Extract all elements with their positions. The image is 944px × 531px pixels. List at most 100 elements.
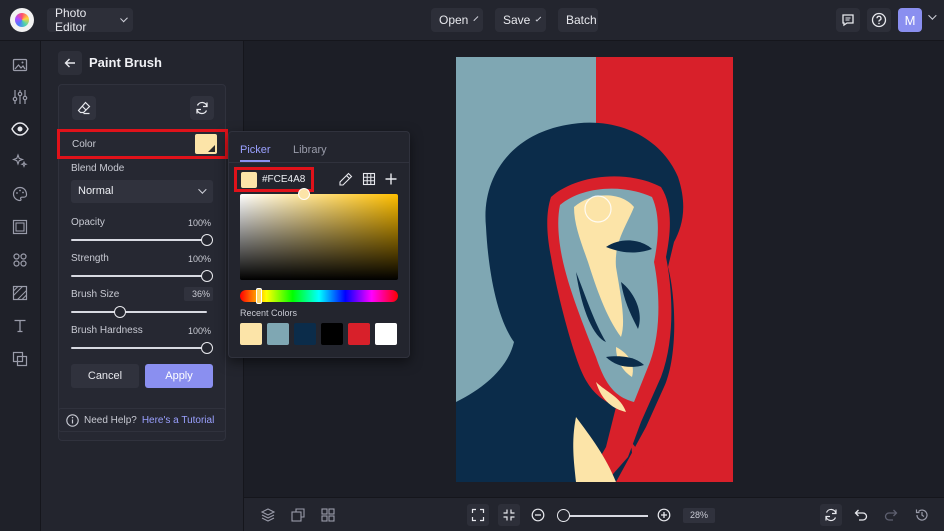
batch-button[interactable]: Batch (558, 8, 598, 32)
hue-slider[interactable] (240, 288, 398, 304)
history-icon[interactable] (911, 504, 933, 526)
texture-icon[interactable] (10, 283, 30, 303)
arrow-left-icon (64, 58, 75, 68)
current-color-swatch (241, 172, 257, 188)
open-button[interactable]: Open (431, 8, 483, 32)
effects-sparkle-icon[interactable] (10, 151, 30, 171)
strength-label: Strength (71, 253, 109, 264)
grid-icon[interactable] (362, 172, 376, 186)
color-row[interactable]: Color (57, 129, 228, 159)
bottom-bar: 28% (244, 497, 944, 531)
paint-brush-panel: Paint Brush Color Blend Mode Normal Opac… (41, 41, 244, 531)
hex-value: #FCE4A8 (262, 174, 306, 185)
app-menu-label: Photo Editor (55, 6, 87, 34)
strength-slider-knob[interactable] (201, 270, 213, 282)
app-logo-icon[interactable] (10, 8, 34, 32)
recent-color-swatch[interactable] (321, 323, 343, 345)
zoom-slider[interactable] (560, 515, 648, 517)
frame-icon[interactable] (10, 217, 30, 237)
apply-button[interactable]: Apply (145, 364, 213, 388)
batch-label: Batch (566, 13, 597, 27)
help-box: Need Help? Here's a Tutorial (58, 408, 226, 432)
compare-icon[interactable] (287, 504, 309, 526)
top-bar: Photo Editor Open Save Batch M (0, 0, 944, 41)
tab-picker[interactable]: Picker (240, 144, 271, 156)
chat-icon (842, 14, 854, 27)
tool-rail (0, 41, 41, 531)
blend-mode-label: Blend Mode (71, 163, 125, 174)
strength-slider[interactable] (71, 270, 213, 282)
elements-icon[interactable] (10, 250, 30, 270)
grid-view-icon[interactable] (317, 504, 339, 526)
eyedropper-icon[interactable] (339, 172, 353, 186)
brush-hardness-slider[interactable] (71, 342, 213, 354)
overlay-icon[interactable] (10, 349, 30, 369)
chevron-down-icon (119, 14, 128, 23)
palette-icon[interactable] (10, 184, 30, 204)
chevron-down-icon (535, 15, 542, 22)
color-swatch[interactable] (195, 134, 217, 154)
brush-size-value[interactable]: 36% (184, 287, 213, 301)
recent-color-swatch[interactable] (240, 323, 262, 345)
user-avatar[interactable]: M (898, 8, 922, 32)
sync-icon[interactable] (820, 504, 842, 526)
undo-icon[interactable] (850, 504, 872, 526)
color-picker-popup: Picker Library #FCE4A8 Recent Colors (228, 131, 410, 358)
save-button[interactable]: Save (495, 8, 546, 32)
eraser-icon (77, 101, 91, 115)
opacity-slider-knob[interactable] (201, 234, 213, 246)
layers-icon[interactable] (257, 504, 279, 526)
chevron-down-icon (473, 16, 479, 22)
feedback-button[interactable] (836, 8, 860, 32)
opacity-value: 100% (187, 218, 211, 228)
question-icon (871, 12, 887, 28)
opacity-slider[interactable] (71, 234, 213, 246)
eraser-button[interactable] (72, 96, 96, 120)
open-label: Open (439, 13, 469, 27)
brush-size-label: Brush Size (71, 289, 120, 300)
poster-portrait-image[interactable] (456, 57, 733, 482)
recent-color-swatch[interactable] (348, 323, 370, 345)
saturation-value-field[interactable] (240, 188, 398, 280)
cancel-button[interactable]: Cancel (71, 364, 139, 388)
zoom-in-icon[interactable] (653, 504, 675, 526)
tab-library[interactable]: Library (293, 144, 327, 156)
image-icon[interactable] (10, 55, 30, 75)
recent-color-swatch[interactable] (294, 323, 316, 345)
fit-screen-icon[interactable] (467, 504, 489, 526)
help-button[interactable] (867, 8, 891, 32)
zoom-slider-handle[interactable] (557, 509, 570, 522)
zoom-value[interactable]: 28% (683, 508, 715, 523)
saturation-value-handle[interactable] (298, 188, 310, 200)
brush-size-slider-knob[interactable] (113, 306, 126, 318)
app-menu-button[interactable]: Photo Editor (47, 6, 133, 34)
strength-value: 100% (187, 254, 211, 264)
chevron-down-icon[interactable] (928, 11, 937, 20)
adjust-sliders-icon[interactable] (10, 87, 30, 107)
chevron-down-icon (198, 185, 207, 194)
save-label: Save (503, 13, 531, 27)
refresh-icon (196, 101, 208, 115)
brush-hardness-value: 100% (187, 326, 211, 336)
help-text: Need Help? (84, 414, 137, 426)
back-button[interactable] (58, 51, 82, 75)
text-icon[interactable] (10, 316, 30, 336)
recent-color-swatch[interactable] (375, 323, 397, 345)
tutorial-link[interactable]: Here's a Tutorial (142, 415, 215, 426)
hue-slider-handle[interactable] (256, 288, 262, 304)
photo-editor-app: Photo Editor Open Save Batch M Paint Bru… (0, 0, 944, 531)
actual-size-icon[interactable] (498, 504, 520, 526)
blend-mode-value: Normal (78, 185, 114, 197)
eye-icon[interactable] (10, 119, 30, 139)
brush-size-slider[interactable] (71, 306, 207, 318)
redo-icon[interactable] (880, 504, 902, 526)
recent-color-swatch[interactable] (267, 323, 289, 345)
blend-mode-select[interactable]: Normal (71, 180, 213, 203)
tab-divider (229, 162, 409, 163)
color-label: Color (72, 139, 96, 150)
brush-hardness-slider-knob[interactable] (201, 342, 213, 354)
add-color-icon[interactable] (384, 172, 398, 186)
zoom-out-icon[interactable] (527, 504, 549, 526)
panel-title: Paint Brush (89, 55, 162, 70)
reset-button[interactable] (190, 96, 214, 120)
